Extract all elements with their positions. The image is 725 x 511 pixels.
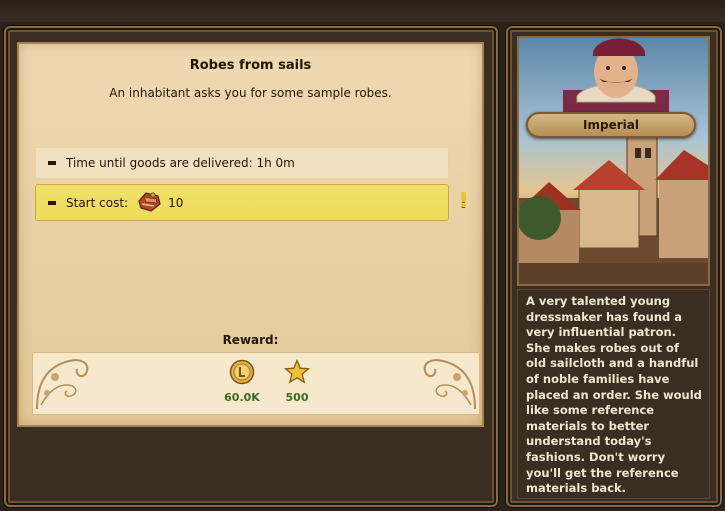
- start-cost-row[interactable]: Start cost: 10: [35, 184, 449, 221]
- ornament-icon: [423, 359, 476, 410]
- quest-panel: Robes from sails An inhabitant asks you …: [17, 42, 484, 427]
- reward-xp: 500: [272, 358, 322, 404]
- quest-title: Robes from sails: [189, 58, 312, 73]
- reward-box: 60.0K 500: [32, 352, 480, 415]
- cloth-goods-icon: [136, 189, 162, 216]
- reward-label: Reward:: [222, 333, 279, 347]
- star-icon: [283, 358, 311, 384]
- reward-xp-value: 500: [285, 391, 309, 404]
- start-cost-value: 10: [168, 195, 184, 210]
- reward-coins: 60.0K: [217, 359, 267, 404]
- delivery-time-text: Time until goods are delivered: 1h 0m: [66, 156, 295, 170]
- quest-subtitle: An inhabitant asks you for some sample r…: [109, 86, 392, 100]
- bullet-icon: [48, 200, 56, 205]
- reward-coins-value: 60.0K: [224, 391, 260, 404]
- coin-icon: [229, 359, 255, 385]
- delivery-time-row: Time until goods are delivered: 1h 0m: [35, 147, 449, 179]
- ornament-icon: [36, 359, 89, 410]
- character-name-banner: Imperial: [526, 112, 696, 138]
- bullet-icon: [48, 161, 56, 165]
- character-description: A very talented young dressmaker has fou…: [517, 289, 710, 499]
- start-cost-label: Start cost:: [66, 195, 129, 210]
- warning-icon[interactable]: !: [459, 188, 468, 212]
- top-trim: [0, 0, 725, 22]
- character-portrait: [517, 36, 710, 286]
